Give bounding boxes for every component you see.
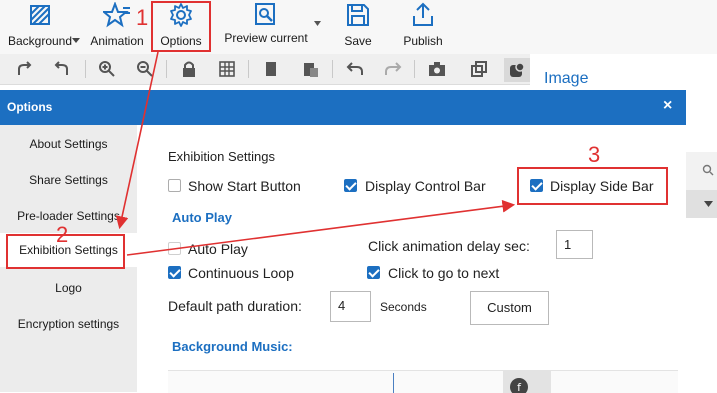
chevron-down-icon[interactable]	[314, 21, 321, 26]
chevron-down-icon	[704, 201, 713, 207]
zoom-in-icon[interactable]	[98, 60, 116, 78]
toolbar-divider	[332, 60, 333, 78]
preview-current-button[interactable]: Preview current	[218, 0, 314, 54]
custom-button[interactable]: Custom	[470, 291, 549, 325]
save-label: Save	[344, 34, 372, 48]
toolbar-divider	[166, 60, 167, 78]
camera-icon[interactable]	[428, 60, 446, 78]
toolbar-divider	[248, 60, 249, 78]
annotation-number-2: 2	[56, 222, 69, 247]
properties-panel: Image	[530, 54, 717, 90]
background-label: Background	[7, 34, 73, 48]
close-icon[interactable]: ×	[663, 97, 672, 115]
publish-label: Publish	[403, 34, 443, 48]
grid-icon[interactable]	[218, 60, 236, 78]
shape-tool-button[interactable]	[504, 58, 530, 82]
annotation-number-1: 1	[136, 5, 149, 30]
save-button[interactable]: Save	[336, 0, 380, 54]
background-button[interactable]: Background	[0, 0, 80, 54]
show-start-button-label: Show Start Button	[188, 178, 301, 194]
display-control-bar-checkbox[interactable]	[344, 179, 357, 192]
click-delay-input[interactable]: 1	[556, 230, 593, 259]
search-icon[interactable]	[702, 164, 714, 176]
rotate-icon[interactable]	[16, 60, 34, 78]
auto-play-label: Auto Play	[188, 241, 248, 257]
redo-icon[interactable]	[384, 60, 402, 78]
click-delay-label: Click animation delay sec:	[368, 238, 530, 254]
facebook-icon[interactable]: f	[509, 377, 529, 393]
dialog-title: Options	[7, 100, 53, 114]
background-music-heading: Background Music:	[172, 339, 293, 354]
background-icon	[30, 5, 50, 25]
annotation-number-3: 3	[588, 142, 601, 167]
lock-icon[interactable]	[180, 60, 198, 78]
preview-current-label: Preview current	[224, 31, 308, 45]
music-settings-area: f	[168, 370, 678, 393]
layers-icon[interactable]	[470, 60, 488, 78]
click-to-next-label: Click to go to next	[388, 265, 500, 281]
sidebar-item-encryption-settings[interactable]: Encryption settings	[0, 307, 137, 341]
panel-body	[686, 218, 717, 392]
continuous-loop-label: Continuous Loop	[188, 265, 294, 281]
display-control-bar-label: Display Control Bar	[365, 178, 486, 194]
continuous-loop-checkbox[interactable]	[168, 266, 181, 279]
sidebar-item-about-settings[interactable]: About Settings	[0, 127, 137, 161]
flip-icon[interactable]	[52, 60, 70, 78]
animation-label: Animation	[90, 34, 144, 48]
zoom-out-icon[interactable]	[136, 60, 154, 78]
sidebar-item-preloader-settings[interactable]: Pre-loader Settings	[0, 199, 137, 233]
search-area	[686, 152, 717, 190]
star-icon	[103, 2, 130, 28]
copy-icon[interactable]	[262, 60, 280, 78]
panel-title: Image	[544, 70, 589, 87]
toolbar-divider	[414, 60, 415, 78]
annotation-box-side-bar	[517, 167, 668, 205]
undo-icon[interactable]	[346, 60, 364, 78]
show-start-button-checkbox[interactable]	[168, 179, 181, 192]
exhibition-settings-panel: Exhibition Settings Show Start Button Di…	[137, 125, 686, 393]
sidebar-item-logo[interactable]: Logo	[0, 271, 137, 305]
dialog-titlebar: Options ×	[0, 90, 686, 125]
divider	[393, 373, 394, 393]
save-icon	[347, 4, 369, 26]
preview-icon	[255, 3, 275, 25]
autoplay-heading: Auto Play	[172, 210, 232, 225]
edit-toolbar	[0, 54, 530, 85]
seconds-label: Seconds	[380, 300, 427, 314]
section-heading: Exhibition Settings	[168, 149, 275, 164]
auto-play-checkbox[interactable]	[168, 242, 181, 255]
annotation-box-options	[151, 1, 211, 52]
sidebar-item-share-settings[interactable]: Share Settings	[0, 163, 137, 197]
panel-dropdown[interactable]	[686, 190, 717, 218]
path-duration-input[interactable]: 4	[330, 291, 371, 322]
upload-icon	[413, 2, 433, 26]
path-duration-label: Default path duration:	[168, 298, 302, 314]
toolbar-divider	[85, 60, 86, 78]
shape-icon	[510, 62, 525, 77]
chevron-down-icon[interactable]	[72, 38, 80, 43]
click-to-next-checkbox[interactable]	[367, 266, 380, 279]
paste-icon[interactable]	[302, 60, 320, 78]
publish-button[interactable]: Publish	[396, 0, 450, 54]
ribbon-toolbar: Background Animation Options Preview cur…	[0, 0, 717, 54]
